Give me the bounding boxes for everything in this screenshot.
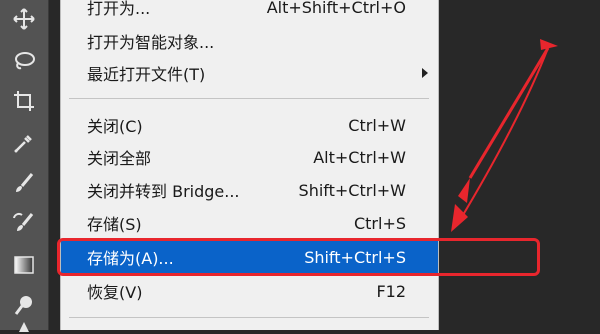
annotation-arrow xyxy=(451,39,558,232)
